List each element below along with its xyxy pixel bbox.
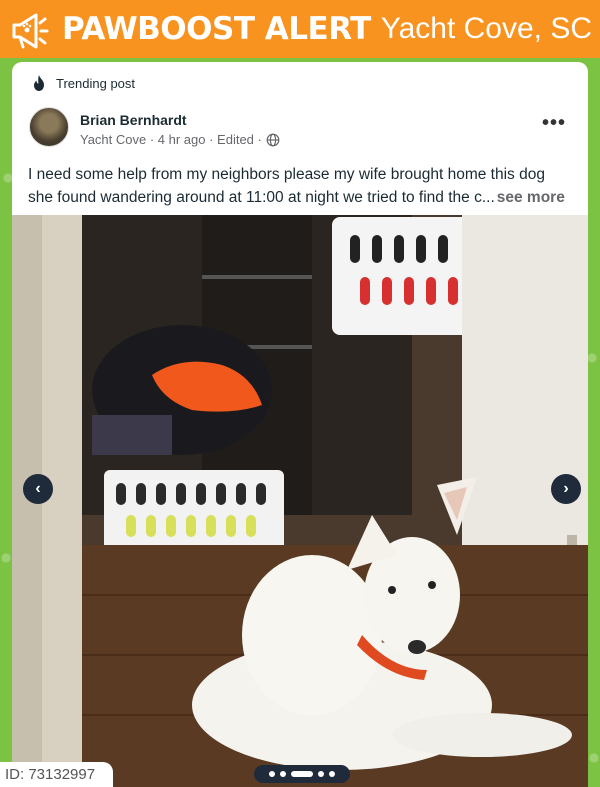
globe-icon bbox=[266, 133, 280, 146]
chevron-right-icon: › bbox=[563, 480, 569, 497]
carousel-dots bbox=[254, 765, 350, 783]
carousel-dot[interactable] bbox=[280, 771, 286, 777]
next-photo-button[interactable]: › bbox=[551, 474, 581, 504]
carousel-dot[interactable] bbox=[318, 771, 324, 777]
post-text-line2: she found wandering around at 11:00 at n… bbox=[28, 189, 495, 206]
carousel-dot[interactable] bbox=[269, 771, 275, 777]
post-photo[interactable]: ‹ › bbox=[12, 215, 588, 787]
more-options-button[interactable]: ••• bbox=[542, 113, 566, 133]
alert-banner: PAWBOOST ALERT Yacht Cove, SC bbox=[0, 0, 600, 58]
trending-text: Trending post bbox=[56, 75, 136, 91]
carousel-dot-active[interactable] bbox=[291, 771, 313, 777]
carousel-dot[interactable] bbox=[329, 771, 335, 777]
see-more-link[interactable]: see more bbox=[497, 186, 565, 209]
post-text: I need some help from my neighbors pleas… bbox=[28, 163, 578, 209]
banner-brand: PAWBOOST ALERT bbox=[62, 11, 371, 47]
post-meta-text: Yacht Cove · 4 hr ago · Edited · bbox=[80, 132, 262, 147]
author-avatar[interactable] bbox=[29, 107, 69, 147]
flame-icon bbox=[34, 75, 44, 91]
banner-location: Yacht Cove, SC bbox=[380, 12, 593, 45]
post-card: Trending post Brian Bernhardt Yacht Cove… bbox=[12, 62, 588, 787]
author-name[interactable]: Brian Bernhardt bbox=[80, 112, 187, 128]
post-text-line1: I need some help from my neighbors pleas… bbox=[28, 166, 545, 183]
trending-label: Trending post bbox=[30, 74, 135, 92]
post-meta: Yacht Cove · 4 hr ago · Edited · bbox=[80, 132, 280, 147]
dog-photo-illustration bbox=[12, 215, 588, 787]
megaphone-paw-icon bbox=[12, 13, 49, 49]
chevron-left-icon: ‹ bbox=[35, 480, 41, 497]
previous-photo-button[interactable]: ‹ bbox=[23, 474, 53, 504]
post-id-label: ID: 73132997 bbox=[0, 762, 113, 787]
